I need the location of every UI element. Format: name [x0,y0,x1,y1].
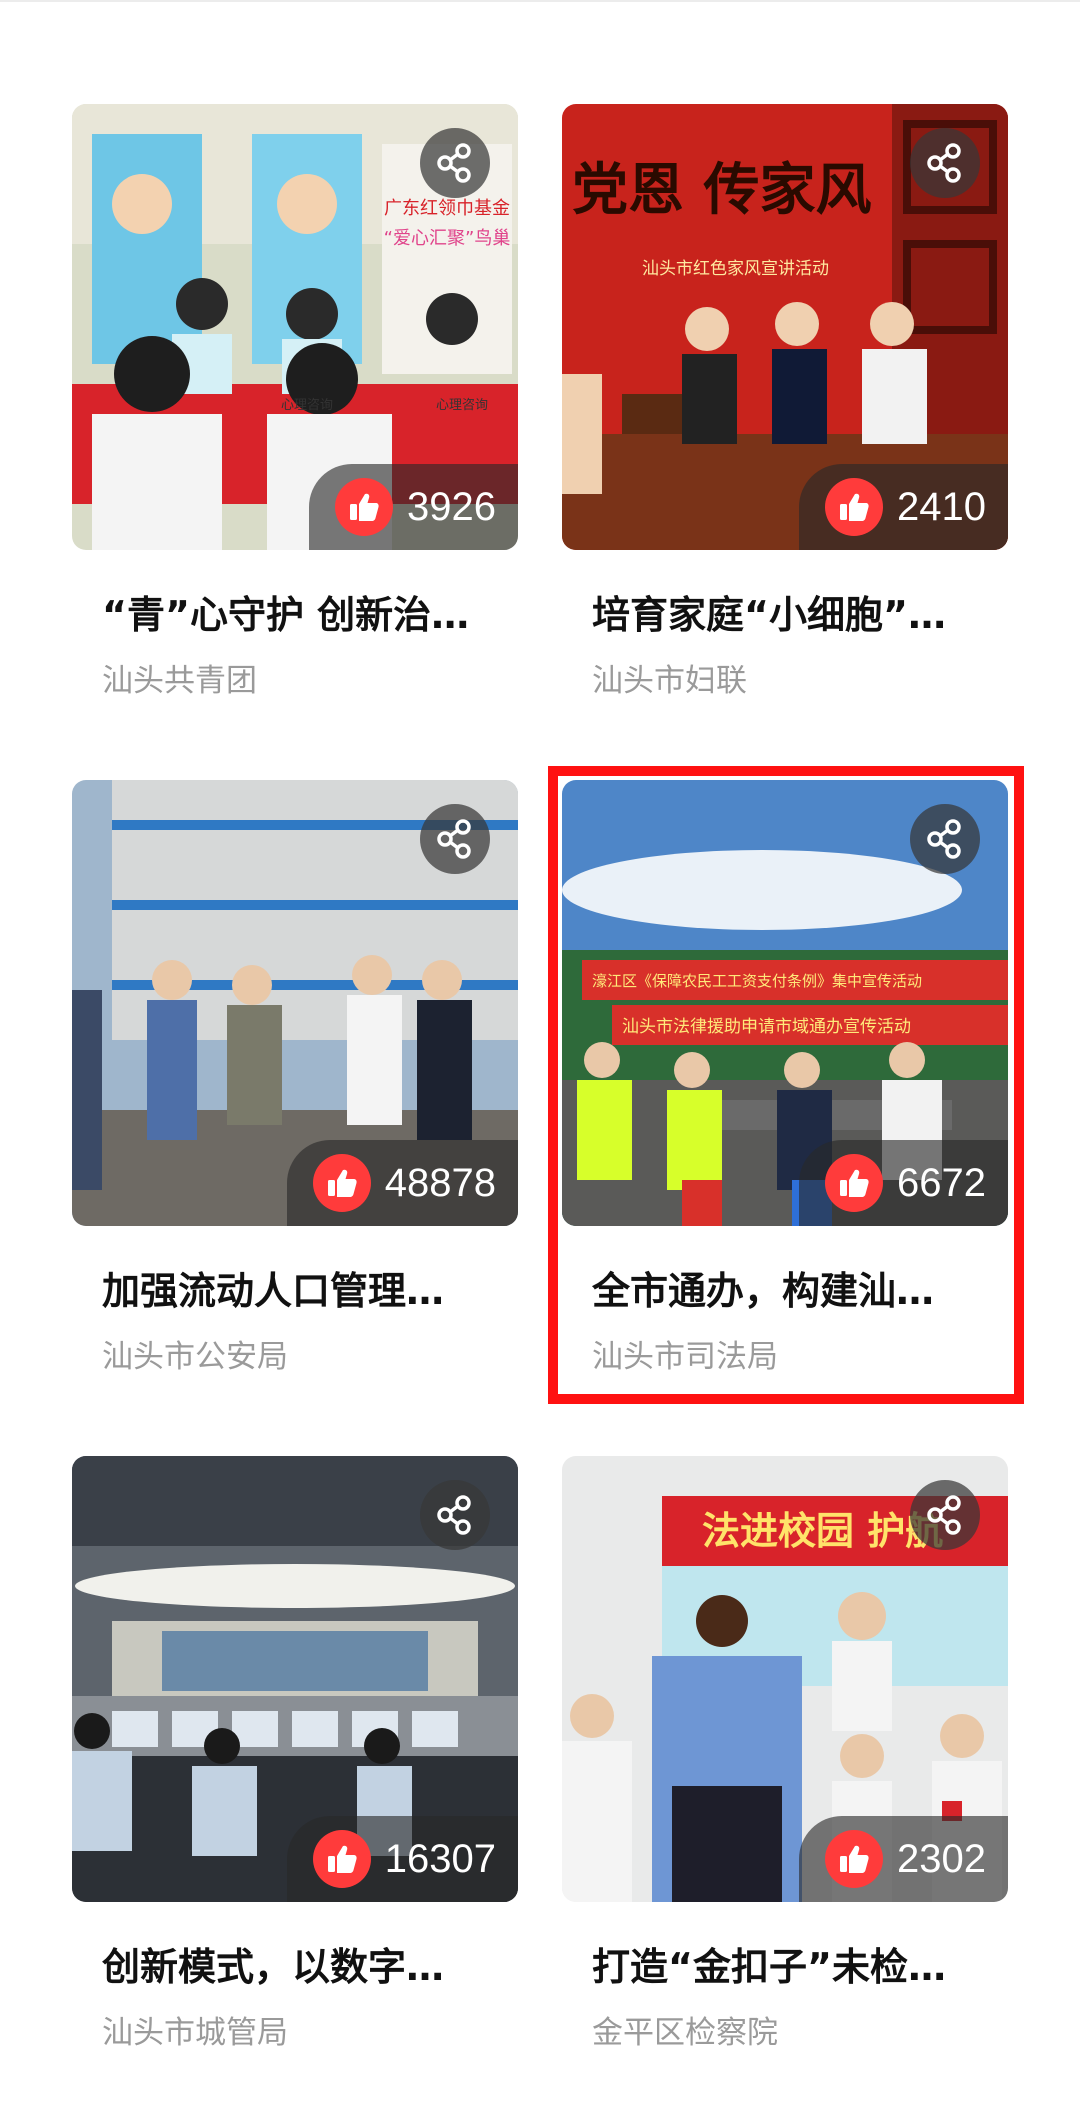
card-source: 汕头共青团 [102,663,257,699]
image-text: 党恩 传家风 [572,157,872,223]
image-text: “爱心汇聚”鸟巢 [384,228,511,249]
like-count: 48878 [384,1160,496,1205]
like-badge [312,1154,371,1212]
like-badge [335,478,394,536]
card-title[interactable]: 加强流动人口管理… [102,1260,502,1315]
card-source: 汕头市公安局 [102,1339,288,1375]
card-thumbnail[interactable]: 48878 [72,780,518,1226]
share-icon [927,819,961,859]
card-source: 汕头市妇联 [592,663,747,699]
share-icon [437,1495,471,1535]
image-text: 汕头市法律援助申请市域通办宣传活动 [622,1017,911,1037]
like-button[interactable]: 3926 [309,464,518,550]
image-text: 濠江区《保障农民工工资支付条例》集中宣传活动 [592,972,922,990]
card-thumbnail[interactable]: 广东红领巾基金 “爱心汇聚”鸟巢 心理咨询 心理咨询 3926 [72,104,518,550]
card-title[interactable]: 打造“金扣子”未检… [592,1936,992,1991]
like-badge [825,1154,884,1212]
thumbs-up-icon [327,1169,357,1197]
like-button[interactable]: 16307 [286,1816,518,1902]
card-title[interactable]: 创新模式，以数字… [102,1936,502,1991]
card-source: 汕头市城管局 [102,2015,288,2051]
thumbs-up-icon [350,493,379,521]
share-button[interactable] [420,1480,490,1550]
image-text: 法进校园 护航 [702,1509,943,1553]
card-thumbnail[interactable]: 党恩 传家风 汕头市红色家风宣讲活动 2410 [562,104,1008,550]
article-card[interactable]: 濠江区《保障农民工工资支付条例》集中宣传活动 汕头市法律援助申请市域通办宣传活动 [562,780,1008,1376]
card-thumbnail[interactable]: 法进校园 护航 2302 [562,1456,1008,1902]
card-source: 汕头市司法局 [592,1339,778,1375]
card-thumbnail[interactable]: 濠江区《保障农民工工资支付条例》集中宣传活动 汕头市法律援助申请市域通办宣传活动 [562,780,1008,1226]
like-badge [825,478,884,536]
thumbs-up-icon [840,493,869,521]
thumbs-up-icon [840,1169,869,1197]
like-count: 16307 [384,1836,496,1881]
thumbs-up-icon [840,1845,869,1873]
share-icon [927,143,961,183]
share-icon [437,819,471,859]
image-text: 心理咨询 [436,398,488,413]
article-card[interactable]: 广东红领巾基金 “爱心汇聚”鸟巢 心理咨询 心理咨询 3926 “青”心守护 创… [72,104,518,700]
like-button[interactable]: 2410 [799,464,1008,550]
image-text: 汕头市红色家风宣讲活动 [642,259,829,279]
share-button[interactable] [420,128,490,198]
share-button[interactable] [910,128,980,198]
share-icon [927,1495,961,1535]
like-button[interactable]: 2302 [799,1816,1008,1902]
card-title[interactable]: 培育家庭“小细胞”… [592,584,992,639]
article-card[interactable]: 法进校园 护航 2302 打造“金扣子”未检… 金平区检察院 [562,1456,1008,2052]
like-badge [825,1830,884,1888]
share-button[interactable] [420,804,490,874]
card-thumbnail[interactable]: 16307 [72,1456,518,1902]
like-count: 3926 [407,484,496,529]
share-button[interactable] [910,1480,980,1550]
thumbs-up-icon [327,1845,357,1873]
image-text: 广东红领巾基金 [384,198,510,219]
like-count: 2410 [897,484,986,529]
like-badge [312,1830,371,1888]
like-count: 6672 [897,1160,986,1205]
like-button[interactable]: 6672 [799,1140,1008,1226]
like-count: 2302 [897,1836,986,1881]
article-card[interactable]: 16307 创新模式，以数字… 汕头市城管局 [72,1456,518,2052]
article-card[interactable]: 48878 加强流动人口管理… 汕头市公安局 [72,780,518,1376]
share-button[interactable] [910,804,980,874]
share-icon [437,143,471,183]
card-source: 金平区检察院 [592,2015,778,2051]
card-title[interactable]: 全市通办，构建汕… [592,1260,992,1315]
article-card[interactable]: 党恩 传家风 汕头市红色家风宣讲活动 2410 培育家庭“小细胞”… 汕头市妇联 [562,104,1008,700]
image-text: 心理咨询 [281,398,333,413]
card-title[interactable]: “青”心守护 创新治… [102,584,502,639]
like-button[interactable]: 48878 [286,1140,518,1226]
article-grid: 广东红领巾基金 “爱心汇聚”鸟巢 心理咨询 心理咨询 3926 “青”心守护 创… [0,0,1080,2127]
